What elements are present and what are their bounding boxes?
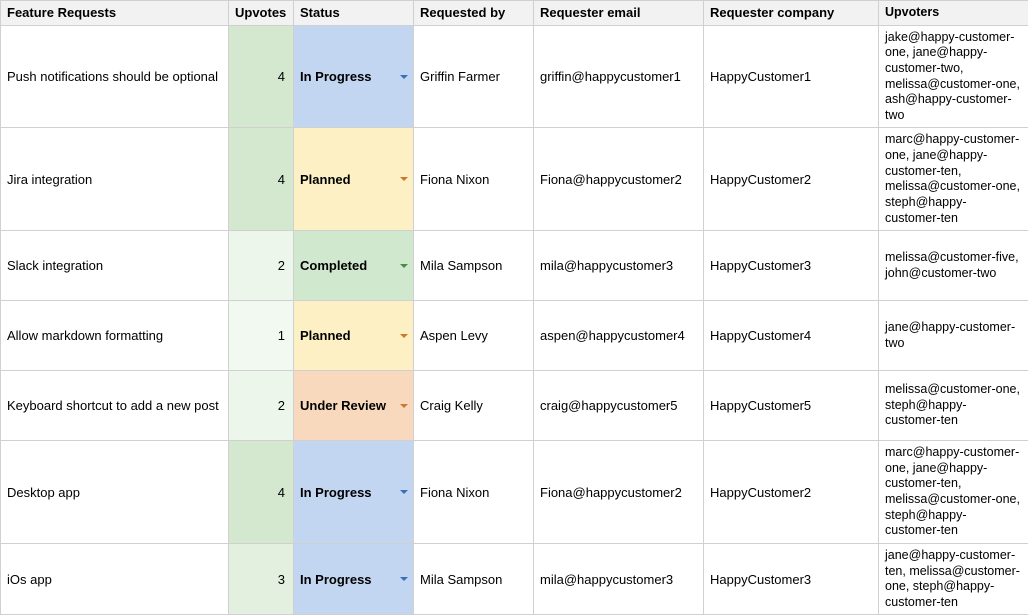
cell-upvoters[interactable]: jane@happy-customer-ten, melissa@custome… — [879, 543, 1028, 615]
feature-requests-table: Feature Requests Upvotes Status Requeste… — [0, 0, 1028, 615]
cell-requester-company[interactable]: HappyCustomer4 — [704, 301, 879, 371]
header-requested-by[interactable]: Requested by — [414, 1, 534, 26]
status-label: Planned — [300, 172, 351, 187]
header-status[interactable]: Status — [294, 1, 414, 26]
cell-status[interactable]: Planned — [294, 301, 414, 371]
cell-feature[interactable]: Desktop app — [1, 441, 229, 544]
header-upvotes[interactable]: Upvotes — [229, 1, 294, 26]
cell-requester-email[interactable]: Fiona@happycustomer2 — [534, 441, 704, 544]
cell-status[interactable]: In Progress — [294, 25, 414, 128]
header-requester-company[interactable]: Requester company — [704, 1, 879, 26]
cell-upvoters[interactable]: melissa@customer-one, steph@happy-custom… — [879, 371, 1028, 441]
chevron-down-icon[interactable] — [400, 577, 408, 581]
chevron-down-icon[interactable] — [400, 334, 408, 338]
cell-requester-email[interactable]: Fiona@happycustomer2 — [534, 128, 704, 231]
cell-requester-company[interactable]: HappyCustomer1 — [704, 25, 879, 128]
cell-requester-company[interactable]: HappyCustomer3 — [704, 543, 879, 615]
chevron-down-icon[interactable] — [400, 75, 408, 79]
chevron-down-icon[interactable] — [400, 404, 408, 408]
cell-feature[interactable]: Jira integration — [1, 128, 229, 231]
cell-upvoters[interactable]: jake@happy-customer-one, jane@happy-cust… — [879, 25, 1028, 128]
cell-requester-email[interactable]: craig@happycustomer5 — [534, 371, 704, 441]
cell-feature[interactable]: Push notifications should be optional — [1, 25, 229, 128]
table-row: Push notifications should be optional4 In… — [1, 25, 1028, 128]
header-requester-email[interactable]: Requester email — [534, 1, 704, 26]
cell-feature[interactable]: Slack integration — [1, 231, 229, 301]
table-row: Keyboard shortcut to add a new post2 Unde… — [1, 371, 1028, 441]
status-label: Under Review — [300, 398, 386, 413]
cell-requester-company[interactable]: HappyCustomer5 — [704, 371, 879, 441]
cell-status[interactable]: Planned — [294, 128, 414, 231]
cell-requester-company[interactable]: HappyCustomer2 — [704, 128, 879, 231]
cell-requested-by[interactable]: Mila Sampson — [414, 231, 534, 301]
cell-requested-by[interactable]: Aspen Levy — [414, 301, 534, 371]
cell-requested-by[interactable]: Fiona Nixon — [414, 128, 534, 231]
cell-status[interactable]: In Progress — [294, 441, 414, 544]
header-feature[interactable]: Feature Requests — [1, 1, 229, 26]
cell-upvoters[interactable]: marc@happy-customer-one, jane@happy-cust… — [879, 128, 1028, 231]
cell-status[interactable]: Under Review — [294, 371, 414, 441]
chevron-down-icon[interactable] — [400, 264, 408, 268]
cell-upvotes[interactable]: 3 — [229, 543, 294, 615]
cell-upvotes[interactable]: 2 — [229, 371, 294, 441]
status-label: Completed — [300, 258, 367, 273]
header-upvoters[interactable]: Upvoters — [879, 1, 1028, 26]
chevron-down-icon[interactable] — [400, 177, 408, 181]
table-row: Desktop app4 In Progress Fiona NixonFiona@… — [1, 441, 1028, 544]
table-row: iOs app3 In Progress Mila Sampsonmila@happ… — [1, 543, 1028, 615]
status-label: In Progress — [300, 485, 372, 500]
header-row: Feature Requests Upvotes Status Requeste… — [1, 1, 1028, 26]
cell-upvotes[interactable]: 4 — [229, 441, 294, 544]
table-row: Slack integration2CompletedMila Sampsonm… — [1, 231, 1028, 301]
cell-upvoters[interactable]: melissa@customer-five, john@customer-two — [879, 231, 1028, 301]
cell-feature[interactable]: Keyboard shortcut to add a new post — [1, 371, 229, 441]
cell-requester-company[interactable]: HappyCustomer3 — [704, 231, 879, 301]
cell-requester-email[interactable]: griffin@happycustomer1 — [534, 25, 704, 128]
cell-requester-email[interactable]: mila@happycustomer3 — [534, 231, 704, 301]
cell-requested-by[interactable]: Griffin Farmer — [414, 25, 534, 128]
cell-upvoters[interactable]: jane@happy-customer-two — [879, 301, 1028, 371]
cell-requested-by[interactable]: Mila Sampson — [414, 543, 534, 615]
cell-feature[interactable]: Allow markdown formatting — [1, 301, 229, 371]
cell-upvotes[interactable]: 4 — [229, 25, 294, 128]
cell-upvotes[interactable]: 4 — [229, 128, 294, 231]
cell-requester-email[interactable]: aspen@happycustomer4 — [534, 301, 704, 371]
cell-requester-company[interactable]: HappyCustomer2 — [704, 441, 879, 544]
cell-status[interactable]: Completed — [294, 231, 414, 301]
cell-feature[interactable]: iOs app — [1, 543, 229, 615]
cell-status[interactable]: In Progress — [294, 543, 414, 615]
cell-upvotes[interactable]: 2 — [229, 231, 294, 301]
table-row: Jira integration4 Planned Fiona NixonFiona… — [1, 128, 1028, 231]
cell-requester-email[interactable]: mila@happycustomer3 — [534, 543, 704, 615]
cell-requested-by[interactable]: Craig Kelly — [414, 371, 534, 441]
status-label: In Progress — [300, 572, 372, 587]
cell-upvotes[interactable]: 1 — [229, 301, 294, 371]
table-row: Allow markdown formatting1 Planned Aspen L… — [1, 301, 1028, 371]
status-label: In Progress — [300, 69, 372, 84]
chevron-down-icon[interactable] — [400, 490, 408, 494]
cell-requested-by[interactable]: Fiona Nixon — [414, 441, 534, 544]
status-label: Planned — [300, 328, 351, 343]
cell-upvoters[interactable]: marc@happy-customer-one, jane@happy-cust… — [879, 441, 1028, 544]
